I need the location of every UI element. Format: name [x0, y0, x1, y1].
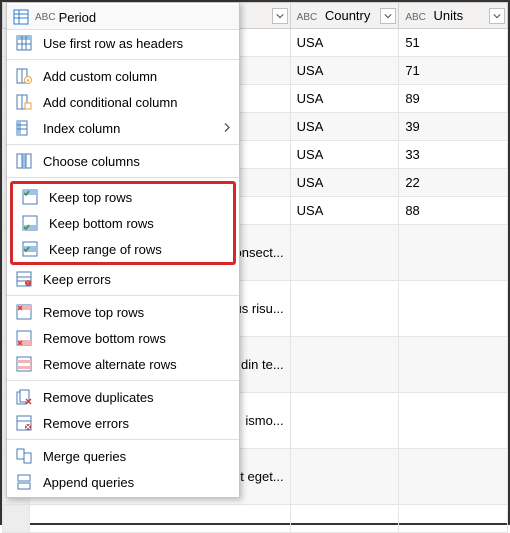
menu-label: Keep errors — [43, 272, 111, 287]
menu-remove-bottom-rows[interactable]: Remove bottom rows — [7, 325, 239, 351]
cell-units[interactable] — [399, 281, 508, 337]
conditional-column-icon — [15, 94, 33, 110]
add-column-icon: ★ — [15, 68, 33, 84]
keep-errors-icon: ! — [15, 271, 33, 287]
remove-bottom-icon — [15, 330, 33, 346]
filter-dropdown-icon[interactable] — [272, 8, 288, 24]
svg-text:!: ! — [27, 281, 28, 287]
menu-label: Keep top rows — [49, 190, 132, 205]
menu-label: Remove errors — [43, 416, 129, 431]
cell-units[interactable]: 88 — [399, 197, 508, 225]
menu-remove-errors[interactable]: Remove errors — [7, 410, 239, 436]
cell-country[interactable]: USA — [290, 141, 399, 169]
cell-country[interactable]: USA — [290, 169, 399, 197]
menu-label: Use first row as headers — [43, 36, 183, 51]
table-row[interactable] — [3, 505, 508, 533]
cell-units[interactable]: 71 — [399, 57, 508, 85]
cell-units[interactable]: 51 — [399, 29, 508, 57]
chevron-right-icon — [223, 121, 231, 136]
menu-index-column[interactable]: Index column — [7, 115, 239, 141]
menu-remove-top-rows[interactable]: Remove top rows — [7, 299, 239, 325]
menu-label: Remove alternate rows — [43, 357, 177, 372]
svg-text:★: ★ — [26, 78, 31, 84]
choose-columns-icon — [15, 153, 33, 169]
cell-country[interactable] — [290, 225, 399, 281]
menu-label: Merge queries — [43, 449, 126, 464]
headers-icon — [15, 35, 33, 51]
cell-country[interactable] — [290, 393, 399, 449]
cell-country[interactable]: USA — [290, 29, 399, 57]
row-index-cell — [3, 505, 30, 533]
cell-country[interactable]: USA — [290, 197, 399, 225]
menu-remove-duplicates[interactable]: Remove duplicates — [7, 384, 239, 410]
type-icon: ABC — [297, 12, 318, 23]
menu-label: Keep range of rows — [49, 242, 162, 257]
cell-country[interactable] — [290, 281, 399, 337]
menu-label: Add conditional column — [43, 95, 177, 110]
menu-remove-alternate-rows[interactable]: Remove alternate rows — [7, 351, 239, 377]
cell-country[interactable]: USA — [290, 113, 399, 141]
cell-units[interactable] — [399, 337, 508, 393]
menu-label: Add custom column — [43, 69, 157, 84]
type-icon: ABC — [405, 12, 426, 23]
menu-label: Remove top rows — [43, 305, 144, 320]
cell-units[interactable] — [399, 449, 508, 505]
cell-country[interactable]: USA — [290, 85, 399, 113]
menu-header-label: Period — [59, 10, 97, 25]
cell-country[interactable]: USA — [290, 57, 399, 85]
menu-keep-top-rows[interactable]: Keep top rows — [13, 184, 233, 210]
menu-keep-bottom-rows[interactable]: Keep bottom rows — [13, 210, 233, 236]
cell-units[interactable] — [399, 505, 508, 533]
menu-add-conditional-column[interactable]: Add conditional column — [7, 89, 239, 115]
menu-use-first-row[interactable]: Use first row as headers — [7, 30, 239, 56]
filter-dropdown-icon[interactable] — [489, 8, 505, 24]
menu-label: Remove duplicates — [43, 390, 154, 405]
column-label: Country — [325, 8, 371, 23]
merge-icon — [15, 448, 33, 464]
keep-top-icon — [21, 189, 39, 205]
remove-top-icon — [15, 304, 33, 320]
menu-label: Remove bottom rows — [43, 331, 166, 346]
menu-merge-queries[interactable]: Merge queries — [7, 443, 239, 469]
menu-label: Index column — [43, 121, 120, 136]
type-icon: ABC — [35, 12, 56, 23]
menu-add-custom-column[interactable]: ★ Add custom column — [7, 63, 239, 89]
menu-keep-range-rows[interactable]: Keep range of rows — [13, 236, 233, 262]
cell-units[interactable] — [399, 225, 508, 281]
append-icon — [15, 474, 33, 490]
table-context-menu: ABC Period Use first row as headers ★ Ad… — [6, 2, 240, 498]
cell-units[interactable]: 22 — [399, 169, 508, 197]
keep-bottom-icon — [21, 215, 39, 231]
menu-label: Keep bottom rows — [49, 216, 154, 231]
index-column-icon — [15, 120, 33, 136]
filter-dropdown-icon[interactable] — [380, 8, 396, 24]
remove-alternate-icon — [15, 356, 33, 372]
menu-append-queries[interactable]: Append queries — [7, 469, 239, 495]
cell-country[interactable] — [290, 337, 399, 393]
remove-duplicates-icon — [15, 389, 33, 405]
cell-units[interactable]: 33 — [399, 141, 508, 169]
cell-period[interactable] — [29, 505, 290, 533]
column-header-units[interactable]: ABC Units — [399, 3, 508, 29]
column-header-country[interactable]: ABC Country — [290, 3, 399, 29]
cell-country[interactable] — [290, 505, 399, 533]
remove-errors-icon — [15, 415, 33, 431]
cell-units[interactable]: 89 — [399, 85, 508, 113]
keep-rows-highlight: Keep top rows Keep bottom rows Keep rang… — [10, 181, 236, 265]
keep-range-icon — [21, 241, 39, 257]
cell-units[interactable] — [399, 393, 508, 449]
menu-choose-columns[interactable]: Choose columns — [7, 148, 239, 174]
menu-header: ABC Period — [7, 5, 239, 30]
cell-country[interactable] — [290, 449, 399, 505]
menu-keep-errors[interactable]: ! Keep errors — [7, 266, 239, 292]
cell-units[interactable]: 39 — [399, 113, 508, 141]
column-label: Units — [434, 8, 464, 23]
table-icon — [13, 9, 29, 25]
menu-label: Append queries — [43, 475, 134, 490]
menu-label: Choose columns — [43, 154, 140, 169]
